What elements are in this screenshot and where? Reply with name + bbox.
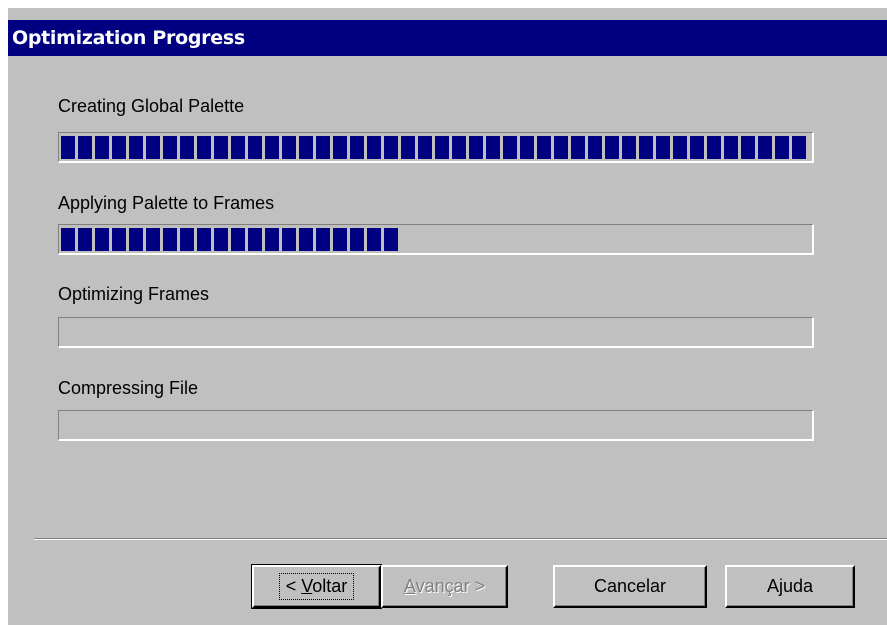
next-button-label: Avançar > bbox=[403, 576, 486, 596]
progress-fill bbox=[61, 136, 809, 159]
cancel-button[interactable]: Cancelar bbox=[553, 565, 707, 608]
progress-fill bbox=[61, 228, 401, 251]
step-label-creating-global-palette: Creating Global Palette bbox=[58, 96, 245, 116]
step-label-optimizing-frames: Optimizing Frames bbox=[58, 284, 210, 304]
back-button[interactable]: < Voltar bbox=[251, 564, 382, 609]
help-button[interactable]: Ajuda bbox=[725, 565, 855, 608]
progress-bar-applying-palette bbox=[58, 224, 814, 255]
step-label-applying-palette: Applying Palette to Frames bbox=[58, 193, 275, 213]
next-button[interactable]: Avançar > bbox=[381, 565, 508, 608]
progress-bar-creating-global-palette bbox=[58, 132, 814, 163]
optimization-progress-dialog: Optimization Progress Creating Global Pa… bbox=[8, 8, 887, 625]
window-title: Optimization Progress bbox=[8, 20, 887, 56]
progress-bar-compressing-file bbox=[58, 410, 814, 441]
divider bbox=[34, 538, 887, 540]
step-label-compressing-file: Compressing File bbox=[58, 378, 199, 398]
back-button-label: < Voltar bbox=[278, 573, 355, 600]
progress-bar-optimizing-frames bbox=[58, 317, 814, 348]
